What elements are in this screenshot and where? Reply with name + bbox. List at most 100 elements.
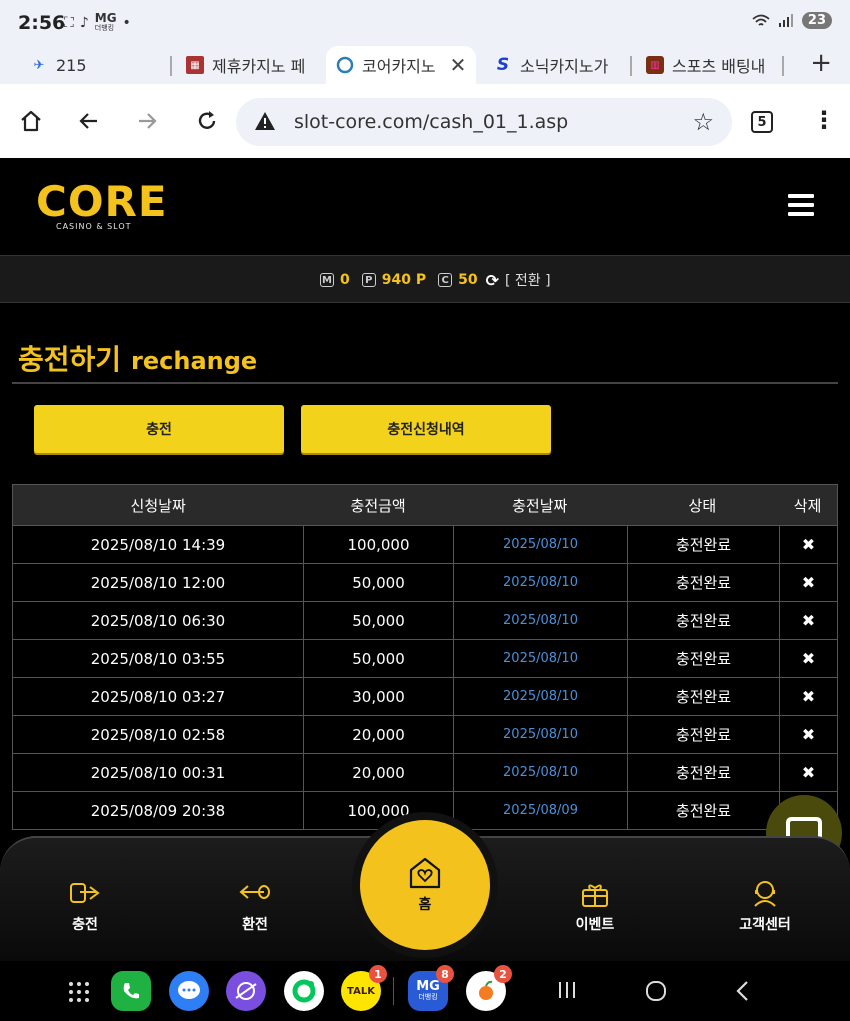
android-navigation-bar: TALK 1 MG 더뱅킹 8 2 (0, 961, 850, 1021)
headset-icon (754, 881, 776, 907)
charge-date-cell: 2025/08/10 (453, 716, 627, 754)
site-header: CORE CASINO & SLOT (0, 158, 850, 255)
tab-partner-casino[interactable]: ▦ 제휴카지노 페 (186, 50, 310, 80)
delete-button[interactable]: ✖ (779, 564, 838, 602)
mg-badge: 8 (436, 965, 454, 983)
status-cell: 충전완료 (627, 526, 779, 564)
delete-button[interactable]: ✖ (779, 754, 838, 792)
warning-icon[interactable] (254, 110, 276, 132)
mg-bank-app-icon[interactable]: MG 더뱅킹 8 (408, 965, 454, 1011)
mg-bank-label: MG (416, 979, 440, 994)
tab-label: 스포츠 배팅내 (672, 57, 766, 76)
new-tab-icon[interactable]: + (810, 48, 832, 78)
delete-button[interactable]: ✖ (779, 678, 838, 716)
table-row: 2025/08/10 12:00 50,000 2025/08/10 충전완료 ✖ (12, 564, 838, 602)
reload-icon[interactable] (192, 106, 222, 136)
gift-icon (582, 884, 608, 907)
amount-cell: 50,000 (303, 640, 453, 678)
core-logo[interactable]: CORE CASINO & SLOT (36, 180, 168, 232)
charge-date-cell: 2025/08/10 (453, 640, 627, 678)
amount-cell: 20,000 (303, 716, 453, 754)
amount-cell: 100,000 (303, 526, 453, 564)
convert-link[interactable]: [ 전환 ] (505, 270, 551, 290)
table-row: 2025/08/10 06:30 50,000 2025/08/10 충전완료 ✖ (12, 602, 838, 640)
kakaotalk-badge: 1 (369, 965, 387, 983)
messages-app-icon[interactable] (169, 971, 209, 1011)
charge-history-button[interactable]: 충전신청내역 (301, 405, 551, 453)
nav-event[interactable]: 이벤트 (545, 878, 645, 934)
delete-button[interactable]: ✖ (779, 526, 838, 564)
delete-button[interactable]: ✖ (779, 640, 838, 678)
refresh-icon[interactable]: ⟳ (486, 271, 499, 290)
url-field[interactable]: slot-core.com/cash_01_1.asp ☆ (236, 98, 732, 146)
recent-apps-icon[interactable] (556, 979, 578, 1005)
status-cell: 충전완료 (627, 564, 779, 602)
nav-home[interactable]: 홈 (360, 820, 490, 950)
apps-grid-icon[interactable] (68, 981, 90, 1007)
delete-button[interactable]: ✖ (779, 602, 838, 640)
status-cell: 충전완료 (627, 754, 779, 792)
amount-cell: 50,000 (303, 602, 453, 640)
tab-215[interactable]: ✈ 215 (30, 50, 160, 80)
request-date-cell: 2025/08/10 00:31 (12, 754, 303, 792)
tab-separator (170, 56, 172, 76)
delete-button[interactable]: ✖ (779, 716, 838, 754)
clock: 2:56 (18, 12, 66, 34)
address-bar: slot-core.com/cash_01_1.asp ☆ 5 ⋮ (0, 84, 850, 158)
dot-icon: • (122, 15, 131, 31)
phone-app-icon[interactable] (111, 971, 151, 1011)
tab-sonic-casino[interactable]: S 소닉카지노가 (494, 50, 616, 80)
home-circle-icon[interactable] (644, 979, 668, 1007)
mg-notification: MG 더뱅킹 (94, 12, 117, 33)
exchange-hand-icon (239, 885, 270, 899)
request-date-cell: 2025/08/10 06:30 (12, 602, 303, 640)
back-arrow-icon[interactable] (74, 106, 104, 136)
tab-switcher-button[interactable]: 5 (751, 111, 773, 133)
nav-exchange[interactable]: 환전 (205, 878, 305, 934)
globe-icon (336, 56, 354, 74)
mg-sub: 더뱅킹 (94, 24, 115, 32)
page-title-en: rechange (131, 347, 258, 375)
tab-label: 제휴카지노 페 (212, 57, 306, 76)
status-cell: 충전완료 (627, 716, 779, 754)
plane-icon: ✈ (33, 57, 45, 73)
signal-icon (778, 13, 793, 27)
amount-cell: 30,000 (303, 678, 453, 716)
charge-date-cell: 2025/08/10 (453, 678, 627, 716)
orange-app-icon[interactable]: 2 (466, 965, 512, 1011)
charge-date-cell: 2025/08/09 (453, 792, 627, 830)
amount-cell: 20,000 (303, 754, 453, 792)
home-icon[interactable] (16, 106, 46, 136)
bookmark-star-icon[interactable]: ☆ (692, 108, 714, 136)
tab-sports-betting[interactable]: ▥ 스포츠 배팅내 (646, 50, 770, 80)
status-cell: 충전완료 (627, 678, 779, 716)
system-back-icon[interactable] (734, 979, 752, 1007)
url-text[interactable]: slot-core.com/cash_01_1.asp (294, 111, 568, 133)
logo-subtitle: CASINO & SLOT (56, 222, 132, 231)
nav-home-label: 홈 (418, 897, 432, 913)
sonic-s-icon: S (496, 55, 510, 75)
page-title: 충전하기 rechange (18, 338, 257, 378)
table-row: 2025/08/10 03:27 30,000 2025/08/10 충전완료 ✖ (12, 678, 838, 716)
charge-button[interactable]: 충전 (34, 405, 284, 453)
dock-divider (393, 977, 394, 1005)
table-body: 2025/08/10 14:39 100,000 2025/08/10 충전완료 ✖ 20… (12, 526, 838, 830)
forward-arrow-icon[interactable] (132, 106, 162, 136)
money-m-icon: M (320, 273, 334, 287)
point-p-icon: P (361, 273, 376, 287)
naver-app-icon[interactable] (284, 971, 324, 1011)
kakaotalk-app-icon[interactable]: TALK 1 (341, 965, 387, 1011)
tab-core-casino[interactable]: 코어카지노 ✕ (326, 46, 476, 84)
orange-badge: 2 (494, 965, 512, 983)
tab-label: 215 (56, 55, 87, 75)
money-value: 0 (340, 272, 350, 288)
internet-app-icon[interactable] (226, 971, 266, 1011)
mg-bank-sub: 더뱅킹 (418, 993, 438, 1001)
hamburger-menu-icon[interactable] (788, 194, 814, 221)
charge-hand-icon (70, 883, 100, 903)
nav-support[interactable]: 고객센터 (715, 878, 815, 934)
more-menu-icon[interactable]: ⋮ (812, 108, 836, 132)
nav-charge[interactable]: 충전 (35, 878, 135, 934)
home-heart-icon (409, 857, 441, 889)
close-tab-icon[interactable]: ✕ (450, 53, 467, 77)
